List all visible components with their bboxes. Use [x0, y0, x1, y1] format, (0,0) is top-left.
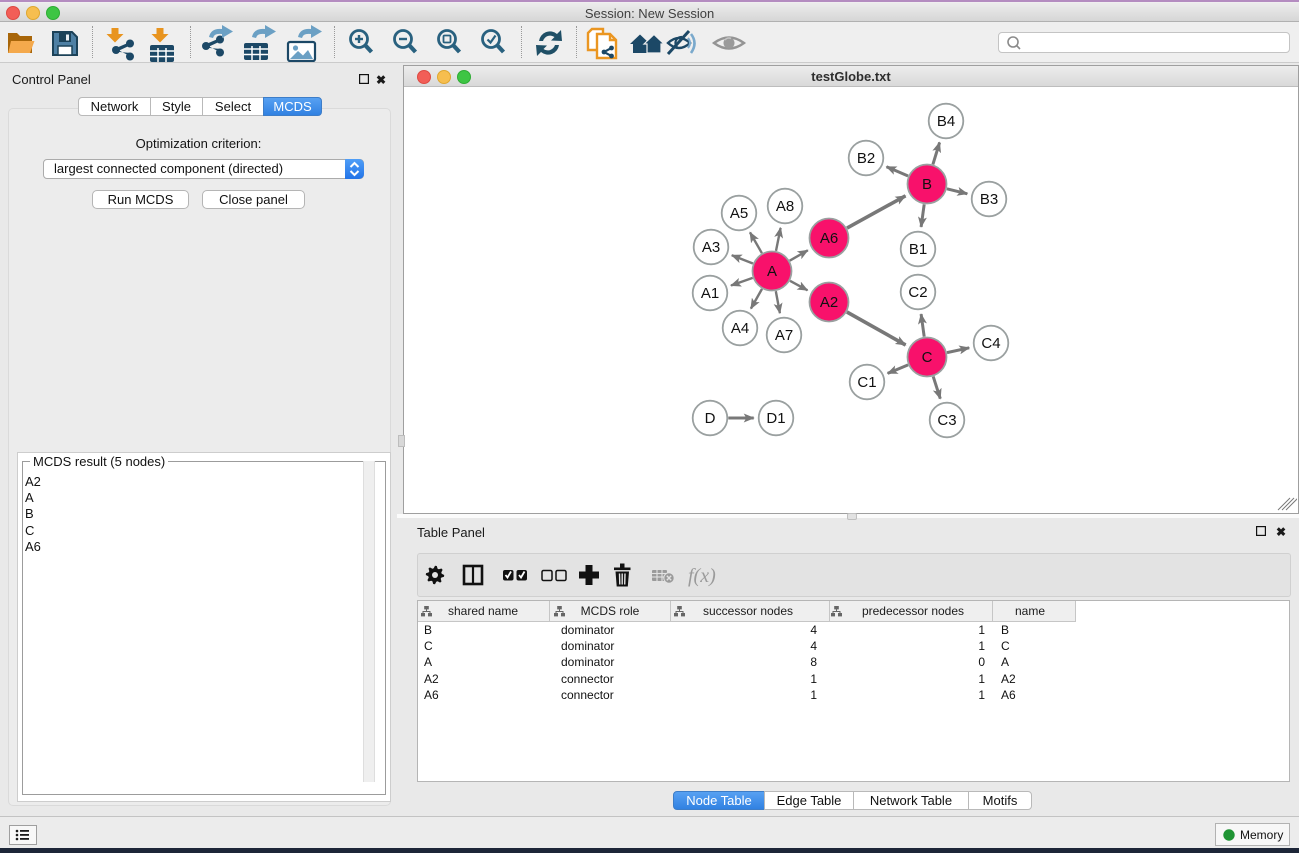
svg-text:A2: A2 [820, 294, 838, 311]
svg-text:D: D [705, 410, 716, 427]
svg-text:A3: A3 [702, 239, 720, 256]
svg-text:C1: C1 [857, 374, 876, 391]
svg-text:C4: C4 [981, 335, 1000, 352]
svg-text:A1: A1 [701, 285, 719, 302]
svg-text:A8: A8 [776, 198, 794, 215]
svg-text:B: B [922, 176, 932, 193]
svg-text:A5: A5 [730, 205, 748, 222]
svg-text:B2: B2 [857, 150, 875, 167]
svg-text:A7: A7 [775, 327, 793, 344]
svg-text:B3: B3 [980, 191, 998, 208]
svg-text:f(x): f(x) [688, 565, 716, 587]
svg-text:B4: B4 [937, 113, 955, 130]
svg-text:C: C [922, 349, 933, 366]
svg-text:A6: A6 [820, 230, 838, 247]
svg-text:D1: D1 [766, 410, 785, 427]
svg-text:B1: B1 [909, 241, 927, 258]
svg-text:A: A [767, 263, 777, 280]
svg-text:C2: C2 [908, 284, 927, 301]
svg-text:A4: A4 [731, 320, 749, 337]
svg-text:C3: C3 [937, 412, 956, 429]
